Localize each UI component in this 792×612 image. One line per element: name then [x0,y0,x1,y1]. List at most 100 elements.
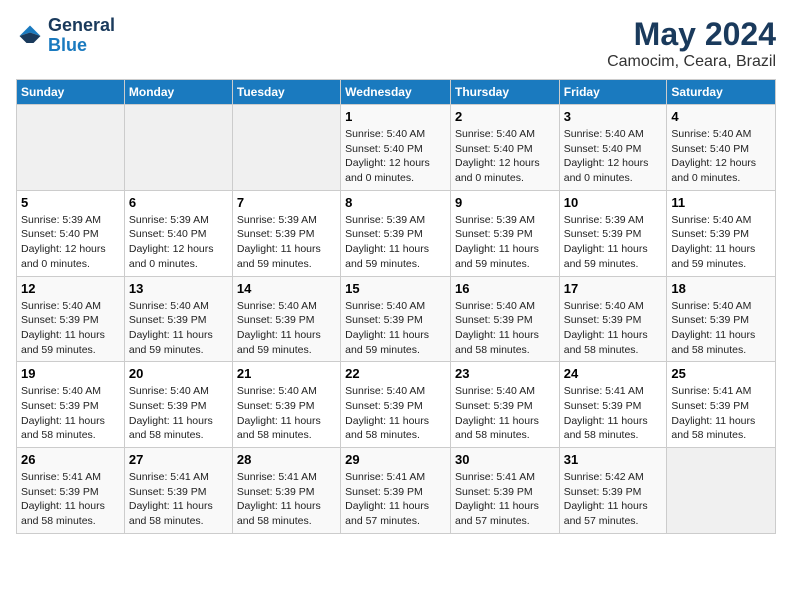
day-cell: 24 Sunrise: 5:41 AMSunset: 5:39 PMDayligh… [559,362,667,448]
calendar-subtitle: Camocim, Ceara, Brazil [607,53,776,71]
day-info: Sunrise: 5:41 AMSunset: 5:39 PMDaylight:… [345,470,446,529]
day-info: Sunrise: 5:40 AMSunset: 5:40 PMDaylight:… [564,127,663,186]
day-info: Sunrise: 5:42 AMSunset: 5:39 PMDaylight:… [564,470,663,529]
day-info: Sunrise: 5:41 AMSunset: 5:39 PMDaylight:… [671,384,771,443]
day-info: Sunrise: 5:39 AMSunset: 5:39 PMDaylight:… [237,213,336,272]
day-cell: 30Sunrise: 5:41 AMSunset: 5:39 PMDayligh… [450,448,559,534]
day-number: 1 [345,109,446,124]
day-cell: 17 Sunrise: 5:40 AMSunset: 5:39 PMDayligh… [559,276,667,362]
day-number: 16 [455,281,555,296]
day-info: Sunrise: 5:40 AMSunset: 5:39 PMDaylight:… [345,299,446,358]
title-block: May 2024 Camocim, Ceara, Brazil [607,16,776,71]
day-number: 13 [129,281,228,296]
day-cell: 21 Sunrise: 5:40 AMSunset: 5:39 PMDayligh… [232,362,340,448]
day-info: Sunrise: 5:40 AMSunset: 5:39 PMDaylight:… [21,384,120,443]
day-cell: 6Sunrise: 5:39 AMSunset: 5:40 PMDaylight… [124,190,232,276]
day-cell: 31Sunrise: 5:42 AMSunset: 5:39 PMDayligh… [559,448,667,534]
day-number: 23 [455,366,555,381]
day-info: Sunrise: 5:40 AMSunset: 5:39 PMDaylight:… [455,299,555,358]
day-cell: 10Sunrise: 5:39 AMSunset: 5:39 PMDayligh… [559,190,667,276]
day-number: 5 [21,195,120,210]
day-cell: 7 Sunrise: 5:39 AMSunset: 5:39 PMDaylight… [232,190,340,276]
day-cell: 22Sunrise: 5:40 AMSunset: 5:39 PMDayligh… [341,362,451,448]
day-number: 29 [345,452,446,467]
day-cell: 19 Sunrise: 5:40 AMSunset: 5:39 PMDayligh… [17,362,125,448]
day-cell: 29 Sunrise: 5:41 AMSunset: 5:39 PMDayligh… [341,448,451,534]
day-info: Sunrise: 5:40 AMSunset: 5:39 PMDaylight:… [345,384,446,443]
day-cell: 13 Sunrise: 5:40 AMSunset: 5:39 PMDayligh… [124,276,232,362]
day-number: 24 [564,366,663,381]
day-info: Sunrise: 5:40 AMSunset: 5:40 PMDaylight:… [345,127,446,186]
day-number: 30 [455,452,555,467]
day-number: 6 [129,195,228,210]
day-cell [667,448,776,534]
day-cell: 5 Sunrise: 5:39 AMSunset: 5:40 PMDaylight… [17,190,125,276]
day-cell: 2Sunrise: 5:40 AMSunset: 5:40 PMDaylight… [450,105,559,191]
day-info: Sunrise: 5:40 AMSunset: 5:39 PMDaylight:… [564,299,663,358]
day-number: 15 [345,281,446,296]
day-info: Sunrise: 5:40 AMSunset: 5:39 PMDaylight:… [237,299,336,358]
week-row-1: 1 Sunrise: 5:40 AMSunset: 5:40 PMDaylight… [17,105,776,191]
day-number: 26 [21,452,120,467]
week-row-5: 26 Sunrise: 5:41 AMSunset: 5:39 PMDayligh… [17,448,776,534]
day-number: 17 [564,281,663,296]
day-info: Sunrise: 5:40 AMSunset: 5:39 PMDaylight:… [129,384,228,443]
day-cell: 18 Sunrise: 5:40 AMSunset: 5:39 PMDayligh… [667,276,776,362]
day-info: Sunrise: 5:40 AMSunset: 5:39 PMDaylight:… [671,213,771,272]
day-number: 12 [21,281,120,296]
day-number: 27 [129,452,228,467]
day-cell: 12Sunrise: 5:40 AMSunset: 5:39 PMDayligh… [17,276,125,362]
day-info: Sunrise: 5:41 AMSunset: 5:39 PMDaylight:… [21,470,120,529]
calendar-header-row: SundayMondayTuesdayWednesdayThursdayFrid… [17,80,776,105]
day-cell: 15 Sunrise: 5:40 AMSunset: 5:39 PMDayligh… [341,276,451,362]
day-number: 4 [671,109,771,124]
day-number: 28 [237,452,336,467]
day-info: Sunrise: 5:39 AMSunset: 5:40 PMDaylight:… [21,213,120,272]
logo-icon [16,22,44,50]
day-number: 21 [237,366,336,381]
day-cell: 11 Sunrise: 5:40 AMSunset: 5:39 PMDayligh… [667,190,776,276]
day-cell: 4Sunrise: 5:40 AMSunset: 5:40 PMDaylight… [667,105,776,191]
day-cell [232,105,340,191]
calendar-table: SundayMondayTuesdayWednesdayThursdayFrid… [16,79,776,534]
day-info: Sunrise: 5:41 AMSunset: 5:39 PMDaylight:… [564,384,663,443]
day-number: 7 [237,195,336,210]
header-sunday: Sunday [17,80,125,105]
logo: GeneralBlue [16,16,115,56]
day-info: Sunrise: 5:39 AMSunset: 5:39 PMDaylight:… [455,213,555,272]
header-friday: Friday [559,80,667,105]
day-number: 14 [237,281,336,296]
week-row-4: 19 Sunrise: 5:40 AMSunset: 5:39 PMDayligh… [17,362,776,448]
day-number: 10 [564,195,663,210]
day-info: Sunrise: 5:40 AMSunset: 5:40 PMDaylight:… [455,127,555,186]
day-cell: 3 Sunrise: 5:40 AMSunset: 5:40 PMDaylight… [559,105,667,191]
day-number: 11 [671,195,771,210]
day-number: 25 [671,366,771,381]
day-cell [124,105,232,191]
day-info: Sunrise: 5:39 AMSunset: 5:39 PMDaylight:… [345,213,446,272]
day-cell: 20Sunrise: 5:40 AMSunset: 5:39 PMDayligh… [124,362,232,448]
day-cell: 27Sunrise: 5:41 AMSunset: 5:39 PMDayligh… [124,448,232,534]
day-info: Sunrise: 5:40 AMSunset: 5:39 PMDaylight:… [671,299,771,358]
day-cell: 25 Sunrise: 5:41 AMSunset: 5:39 PMDayligh… [667,362,776,448]
day-cell: 16 Sunrise: 5:40 AMSunset: 5:39 PMDayligh… [450,276,559,362]
day-info: Sunrise: 5:40 AMSunset: 5:39 PMDaylight:… [129,299,228,358]
day-info: Sunrise: 5:40 AMSunset: 5:39 PMDaylight:… [455,384,555,443]
day-cell: 23 Sunrise: 5:40 AMSunset: 5:39 PMDayligh… [450,362,559,448]
week-row-3: 12 Sunrise: 5:40 AMSunset: 5:39 PMDayligh… [17,276,776,362]
day-cell: 1 Sunrise: 5:40 AMSunset: 5:40 PMDaylight… [341,105,451,191]
day-cell: 26 Sunrise: 5:41 AMSunset: 5:39 PMDayligh… [17,448,125,534]
day-cell: 9Sunrise: 5:39 AMSunset: 5:39 PMDaylight… [450,190,559,276]
day-cell: 8 Sunrise: 5:39 AMSunset: 5:39 PMDaylight… [341,190,451,276]
page-header: GeneralBlue May 2024 Camocim, Ceara, Bra… [16,16,776,71]
day-number: 19 [21,366,120,381]
header-saturday: Saturday [667,80,776,105]
day-number: 8 [345,195,446,210]
header-monday: Monday [124,80,232,105]
day-info: Sunrise: 5:40 AMSunset: 5:39 PMDaylight:… [237,384,336,443]
day-number: 3 [564,109,663,124]
day-number: 18 [671,281,771,296]
header-wednesday: Wednesday [341,80,451,105]
day-cell: 14 Sunrise: 5:40 AMSunset: 5:39 PMDayligh… [232,276,340,362]
day-info: Sunrise: 5:41 AMSunset: 5:39 PMDaylight:… [237,470,336,529]
